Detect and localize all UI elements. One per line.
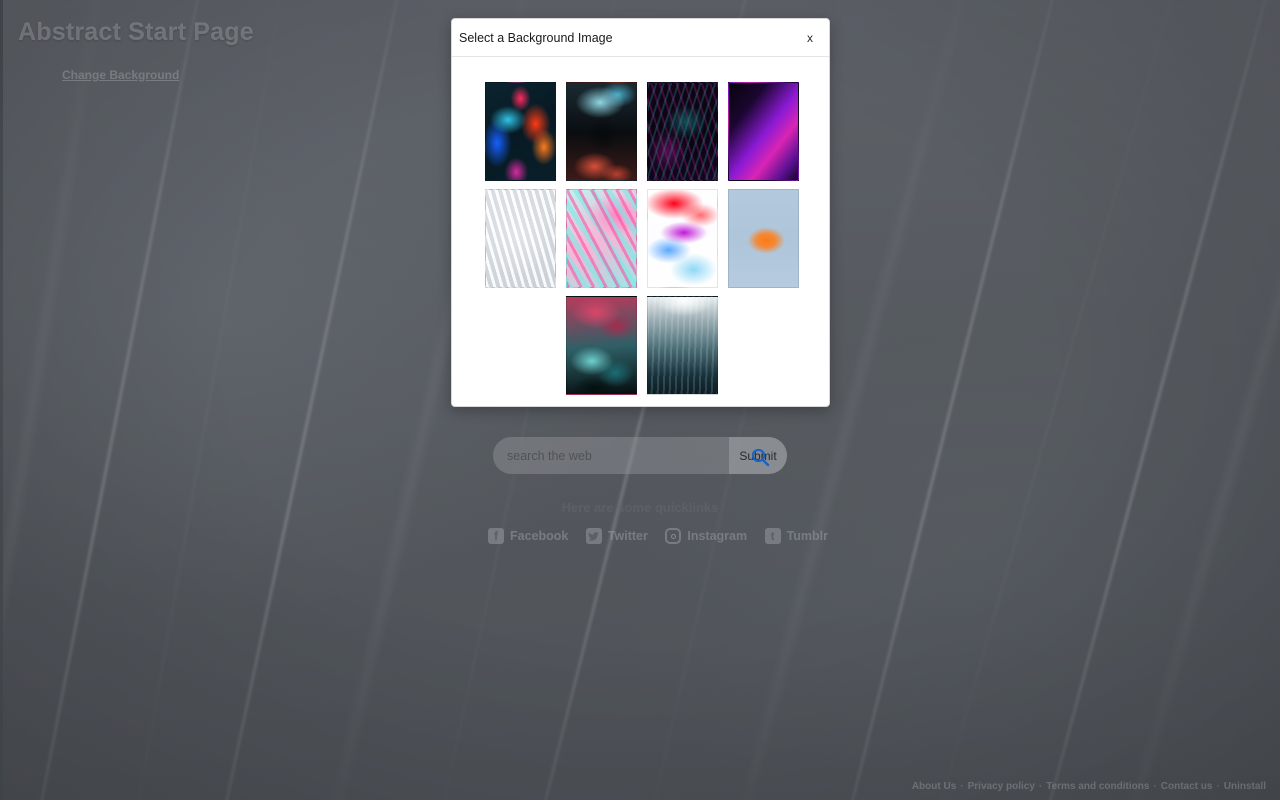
modal-body — [452, 57, 829, 415]
thumbnail-option-1[interactable] — [485, 82, 556, 181]
thumbnail-option-8[interactable] — [728, 189, 799, 288]
thumbnail-option-7[interactable] — [647, 189, 718, 288]
modal-title: Select a Background Image — [459, 30, 613, 45]
close-icon[interactable]: x — [801, 29, 819, 47]
thumbnail-option-2[interactable] — [566, 82, 637, 181]
thumbnail-option-3[interactable] — [647, 82, 718, 181]
thumbnail-option-10[interactable] — [647, 296, 718, 395]
thumbnail-option-4[interactable] — [728, 82, 799, 181]
background-image-picker-modal: Select a Background Image x — [451, 18, 830, 407]
background-thumbnail-grid — [485, 82, 801, 395]
thumbnail-option-5[interactable] — [485, 189, 556, 288]
thumbnail-option-6[interactable] — [566, 189, 637, 288]
thumbnail-option-9[interactable] — [566, 296, 637, 395]
modal-header: Select a Background Image x — [452, 19, 829, 57]
